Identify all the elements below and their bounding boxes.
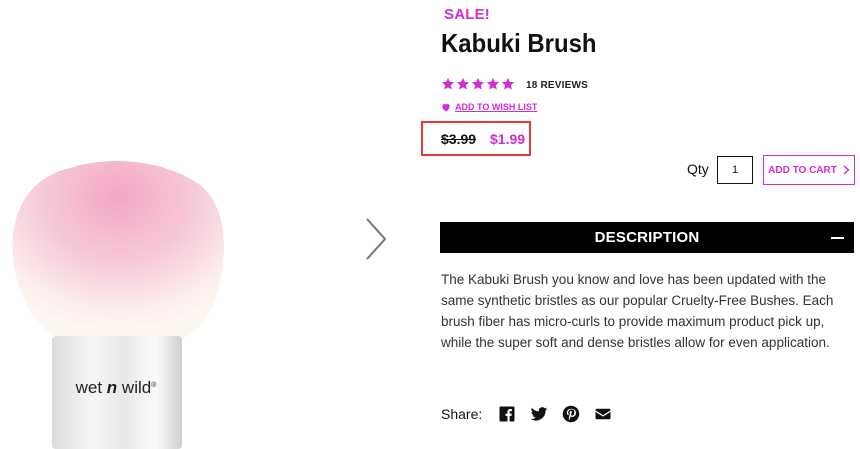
heart-icon <box>442 103 450 112</box>
reviews-count-link[interactable]: 18 REVIEWS <box>526 80 588 91</box>
star-icon <box>456 77 470 90</box>
rating-stars[interactable] <box>441 77 515 93</box>
star-icon <box>471 77 485 90</box>
next-image-arrow-icon[interactable] <box>360 215 390 263</box>
collapse-minus-icon[interactable] <box>831 237 844 239</box>
share-row: Share: <box>441 405 612 423</box>
product-image: wet n wild® <box>12 161 224 449</box>
qty-label: Qty <box>687 161 709 177</box>
star-icon <box>486 77 500 90</box>
add-to-wishlist-link[interactable]: ADD TO WISH LIST <box>441 102 537 112</box>
product-title: Kabuki Brush <box>441 28 597 58</box>
wishlist-label: ADD TO WISH LIST <box>455 102 538 112</box>
add-to-cart-label: ADD TO CART <box>768 164 837 176</box>
sale-badge: SALE! <box>444 6 490 23</box>
original-price: $3.99 <box>441 131 477 147</box>
description-title: DESCRIPTION <box>594 229 700 246</box>
quantity-input[interactable]: 1 <box>717 156 753 184</box>
star-icon <box>441 77 455 90</box>
brand-logo-text: wet n wild® <box>75 378 158 397</box>
sale-price: $1.99 <box>490 131 526 147</box>
facebook-icon[interactable] <box>498 405 516 423</box>
twitter-icon[interactable] <box>530 405 548 423</box>
add-to-cart-button[interactable]: ADD TO CART <box>763 155 855 185</box>
description-text: The Kabuki Brush you know and love has b… <box>441 272 834 350</box>
share-label: Share: <box>441 406 483 422</box>
chevron-right-icon <box>843 165 850 175</box>
pinterest-icon[interactable] <box>562 405 580 423</box>
email-icon[interactable] <box>594 405 612 423</box>
description-accordion-header[interactable]: DESCRIPTION <box>440 222 854 253</box>
star-icon <box>501 77 515 90</box>
